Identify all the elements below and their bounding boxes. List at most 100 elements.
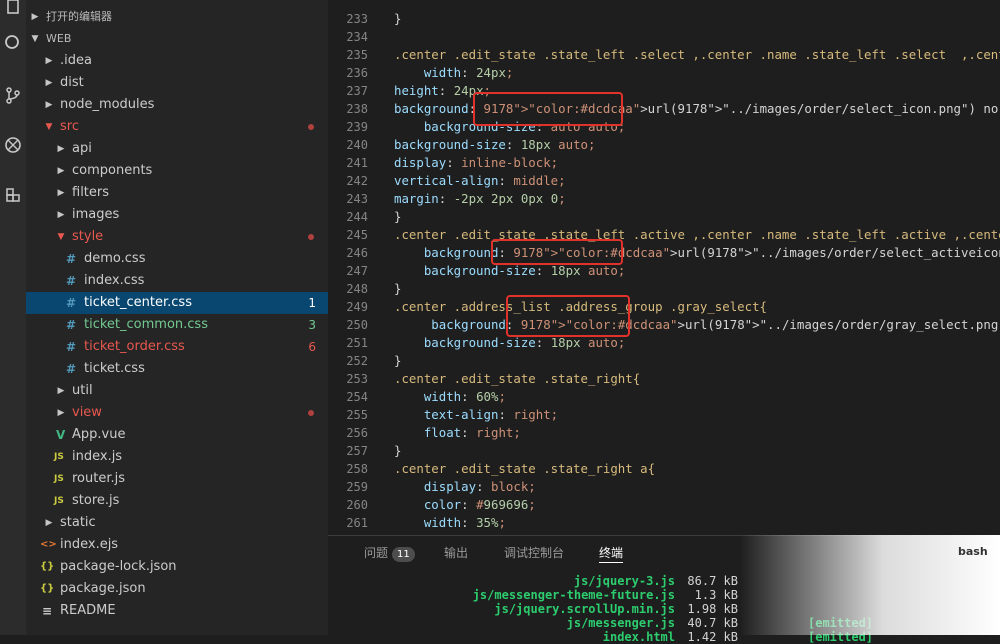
tree-file-ticket-center-css[interactable]: # ticket_center.css 1: [26, 292, 328, 314]
code-line[interactable]: display: block;: [394, 478, 536, 496]
code-line[interactable]: float: right;: [394, 424, 521, 442]
extensions-icon[interactable]: [0, 180, 26, 210]
code-line[interactable]: }: [394, 280, 401, 298]
tree-file-router-js[interactable]: JS router.js: [26, 468, 328, 490]
line-number: 261: [346, 516, 368, 530]
tree-file-store-js[interactable]: JS store.js: [26, 490, 328, 512]
line-number: 234: [346, 30, 368, 44]
line-number: 236: [346, 66, 368, 80]
terminal-asset-status: [emitted]: [808, 616, 874, 630]
tree-file-readme[interactable]: ≡ README: [26, 600, 328, 622]
chevron-right-icon: ▶: [57, 386, 65, 396]
tree-folder-style[interactable]: ▼ style: [26, 226, 328, 248]
tree-file-ticket-common-css[interactable]: # ticket_common.css 3: [26, 314, 328, 336]
problem-count-badge: 6: [308, 340, 316, 354]
chevron-right-icon: ▶: [57, 210, 65, 220]
highlight-box: [473, 92, 623, 126]
tab-problems[interactable]: 问题 11: [364, 544, 415, 562]
line-number: 244: [346, 210, 368, 224]
tree-folder-filters[interactable]: ▶ filters: [26, 182, 328, 204]
project-section[interactable]: ▼ WEB: [26, 28, 328, 50]
project-label: WEB: [46, 32, 72, 45]
code-line[interactable]: color: #969696;: [394, 496, 536, 514]
tree-folder-idea[interactable]: ▶ .idea: [26, 50, 328, 72]
chevron-right-icon: ▶: [45, 518, 53, 528]
code-line[interactable]: }: [394, 352, 401, 370]
tab-debug-console[interactable]: 调试控制台: [504, 544, 564, 562]
json-file-icon: {}: [40, 561, 55, 572]
tree-folder-images[interactable]: ▶ images: [26, 204, 328, 226]
tree-folder-api[interactable]: ▶ api: [26, 138, 328, 160]
tree-file-app-vue[interactable]: V App.vue: [26, 424, 328, 446]
highlight-box: [506, 295, 630, 337]
line-number: 238: [346, 102, 368, 116]
line-number: 243: [346, 192, 368, 206]
modified-dot: [308, 234, 314, 240]
code-line[interactable]: }: [394, 10, 401, 28]
problem-count-badge: 1: [308, 296, 316, 310]
tree-folder-src[interactable]: ▼ src: [26, 116, 328, 138]
problems-count-badge: 11: [392, 547, 415, 562]
code-line[interactable]: width: 60%;: [394, 388, 506, 406]
code-line[interactable]: }: [394, 208, 401, 226]
tree-folder-view[interactable]: ▶ view: [26, 402, 328, 424]
line-number-gutter: 233 234 235 236 237 238 239 240 241 242 243 244 245 2…: [328, 0, 368, 535]
line-number: 259: [346, 480, 368, 494]
css-file-icon: #: [66, 274, 77, 288]
line-number: 235: [346, 48, 368, 62]
code-line[interactable]: background-size: 18px auto;: [394, 136, 595, 154]
tree-folder-components[interactable]: ▶ components: [26, 160, 328, 182]
code-line[interactable]: width: 24px;: [394, 64, 514, 82]
terminal-asset-name: js/messenger.js: [566, 616, 675, 630]
code-line[interactable]: text-align: right;: [394, 406, 558, 424]
terminal-shell-selector[interactable]: bash: [958, 545, 988, 558]
css-file-icon: #: [66, 296, 77, 310]
line-number: 246: [346, 246, 368, 260]
tree-folder-util[interactable]: ▶ util: [26, 380, 328, 402]
open-editors-section[interactable]: ▶ 打开的编辑器: [26, 6, 328, 28]
tree-file-ticket-order-css[interactable]: # ticket_order.css 6: [26, 336, 328, 358]
terminal-asset-size: 1.42 kB: [687, 630, 738, 644]
activity-bar: [0, 0, 26, 635]
code-line[interactable]: background: 9178">"color:#dcdcaa">url(91…: [394, 316, 1000, 334]
tab-terminal[interactable]: 终端: [599, 544, 624, 563]
tree-file-demo-css[interactable]: # demo.css: [26, 248, 328, 270]
debug-icon[interactable]: [0, 130, 26, 160]
search-icon[interactable]: [0, 28, 26, 58]
tree-file-index-js[interactable]: JS index.js: [26, 446, 328, 468]
code-line[interactable]: display: inline-block;: [394, 154, 558, 172]
code-line[interactable]: margin: -2px 2px 0px 0;: [394, 190, 566, 208]
code-area[interactable]: } .center .edit_state .state_left .select…: [394, 0, 1000, 535]
files-icon[interactable]: [0, 0, 26, 22]
tree-file-package-lock-json[interactable]: {} package-lock.json: [26, 556, 328, 578]
bottom-panel: 问题 11 输出 调试控制台 终端 js/jquery-3.js 86.7 kB js…: [328, 535, 1000, 644]
chevron-right-icon: ▶: [31, 12, 39, 22]
tree-folder-static[interactable]: ▶ static: [26, 512, 328, 534]
chevron-down-icon: ▼: [57, 232, 65, 242]
line-number: 237: [346, 84, 368, 98]
code-line[interactable]: background: 9178">"color:#dcdcaa">url(91…: [394, 244, 1000, 262]
explorer-sidebar: ▶ 打开的编辑器 ▼ WEB ▶ .idea ▶ dist ▶ node_mod…: [26, 0, 328, 635]
terminal-asset-name: index.html: [602, 630, 675, 644]
code-line[interactable]: .center .edit_state .state_right a{: [394, 460, 655, 478]
tree-file-index-ejs[interactable]: <> index.ejs: [26, 534, 328, 556]
code-line[interactable]: vertical-align: middle;: [394, 172, 566, 190]
code-line[interactable]: width: 35%;: [394, 514, 506, 532]
code-line[interactable]: .center .edit_state .state_left .select …: [394, 46, 1000, 64]
tree-file-package-json[interactable]: {} package.json: [26, 578, 328, 600]
tree-folder-node-modules[interactable]: ▶ node_modules: [26, 94, 328, 116]
line-number: 240: [346, 138, 368, 152]
tree-folder-dist[interactable]: ▶ dist: [26, 72, 328, 94]
tree-file-ticket-css[interactable]: # ticket.css: [26, 358, 328, 380]
source-control-icon[interactable]: [0, 80, 26, 110]
code-editor[interactable]: 233 234 235 236 237 238 239 240 241 242 243 244 245 2…: [328, 0, 1000, 535]
terminal-asset-name: js/jquery.scrollUp.min.js: [494, 602, 675, 616]
code-line[interactable]: .center .edit_state .state_right{: [394, 370, 640, 388]
code-line[interactable]: }: [394, 442, 401, 460]
tab-output[interactable]: 输出: [444, 544, 468, 562]
line-number: 251: [346, 336, 368, 350]
code-line[interactable]: .center .edit_state .state_left .active …: [394, 226, 1000, 244]
tree-file-index-css[interactable]: # index.css: [26, 270, 328, 292]
css-file-icon: #: [66, 362, 77, 376]
chevron-right-icon: ▶: [45, 78, 53, 88]
